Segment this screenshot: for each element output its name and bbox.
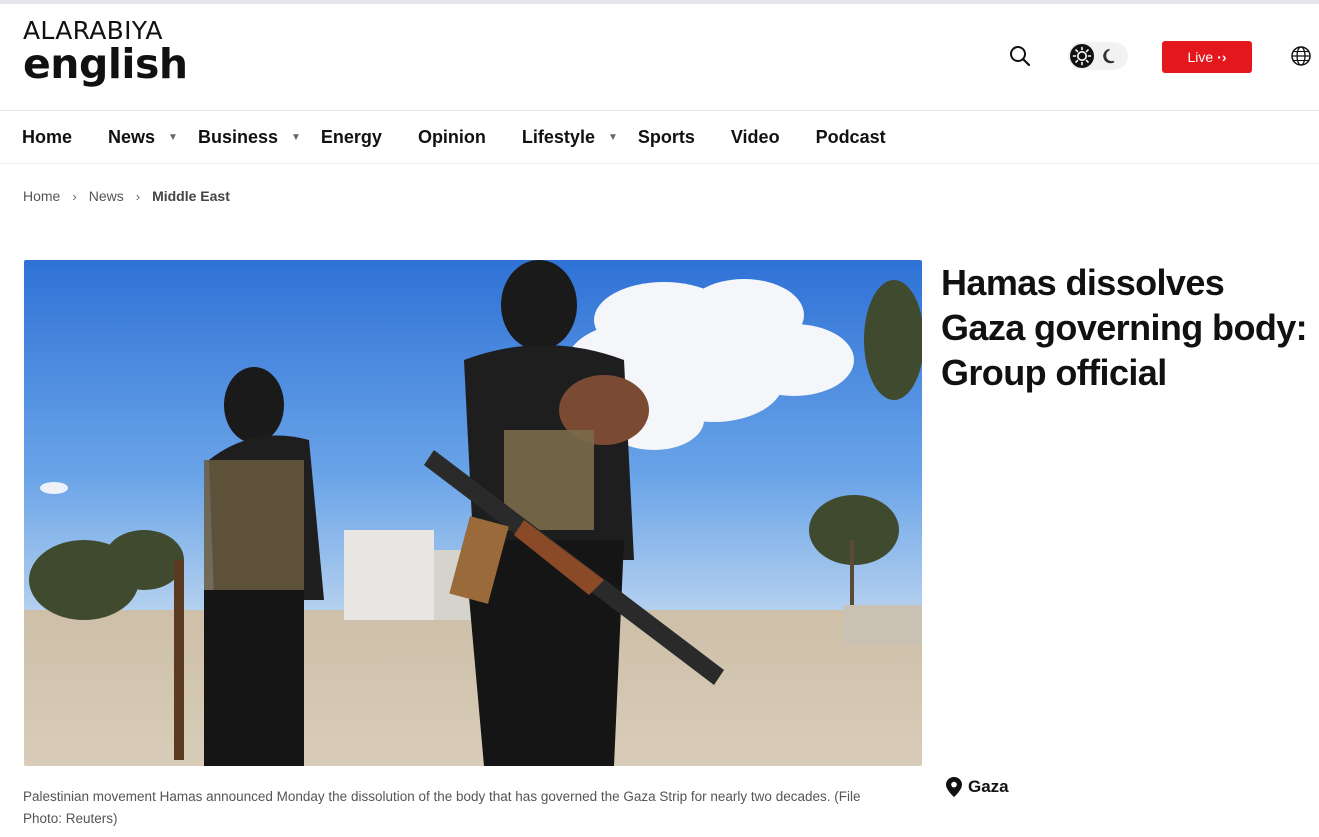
nav-label: Podcast: [815, 126, 886, 147]
nav-divider: [0, 163, 1319, 164]
breadcrumb-news[interactable]: News: [89, 188, 124, 204]
image-caption: Palestinian movement Hamas announced Mon…: [23, 789, 861, 826]
top-border: [0, 0, 1319, 4]
nav-item-energy[interactable]: Energy: [321, 127, 382, 148]
theme-toggle[interactable]: [1068, 42, 1128, 70]
nav-label: Business: [197, 126, 278, 147]
article-location[interactable]: Gaza: [946, 777, 1009, 797]
nav-item-business[interactable]: Business ▼: [197, 126, 301, 148]
nav-item-video[interactable]: Video: [731, 127, 780, 148]
nav-item-home[interactable]: Home: [22, 127, 72, 148]
chevron-down-icon[interactable]: ▼: [291, 132, 301, 143]
main-nav: Home News ▼ Business ▼ Energy Opinion Life…: [22, 112, 922, 162]
nav-item-opinion[interactable]: Opinion: [418, 127, 486, 148]
language-button[interactable]: [1290, 45, 1312, 67]
nav-label: Video: [730, 126, 780, 147]
header-divider: [0, 110, 1319, 111]
nav-item-sports[interactable]: Sports: [638, 127, 695, 148]
live-button[interactable]: Live ·›: [1162, 41, 1252, 73]
logo-line2: english: [23, 40, 188, 88]
globe-icon: [1291, 46, 1311, 66]
breadcrumb-current: Middle East: [152, 188, 230, 204]
chevron-right-icon: ›: [72, 188, 77, 204]
nav-label: Energy: [320, 126, 382, 147]
article-hero-image: [24, 260, 922, 766]
search-icon: [1010, 46, 1031, 67]
nav-label: News: [108, 126, 156, 147]
breadcrumb-home[interactable]: Home: [23, 188, 60, 204]
chevron-down-icon[interactable]: ▼: [168, 132, 178, 143]
live-signal-icon: ·›: [1217, 49, 1227, 65]
article-headline: Hamas dissolves Gaza governing body: Gro…: [941, 262, 1308, 393]
nav-item-podcast[interactable]: Podcast: [816, 127, 886, 148]
nav-label: Opinion: [417, 126, 486, 147]
location-pin-icon: [946, 777, 962, 797]
live-label: Live: [1187, 49, 1214, 65]
sun-icon[interactable]: [1070, 44, 1094, 68]
nav-item-lifestyle[interactable]: Lifestyle ▼: [521, 126, 618, 148]
nav-label: Lifestyle: [521, 126, 595, 147]
chevron-down-icon[interactable]: ▼: [608, 132, 618, 143]
moon-icon[interactable]: [1101, 46, 1121, 66]
site-logo[interactable]: ALARABIYA english: [23, 18, 188, 85]
breadcrumb: Home › News › Middle East: [23, 188, 230, 204]
nav-label: Sports: [637, 126, 695, 147]
chevron-right-icon: ›: [135, 188, 141, 204]
search-button[interactable]: [1006, 42, 1034, 70]
nav-label: Home: [22, 126, 73, 147]
location-label: Gaza: [968, 777, 1009, 796]
nav-item-news[interactable]: News ▼: [108, 126, 178, 148]
